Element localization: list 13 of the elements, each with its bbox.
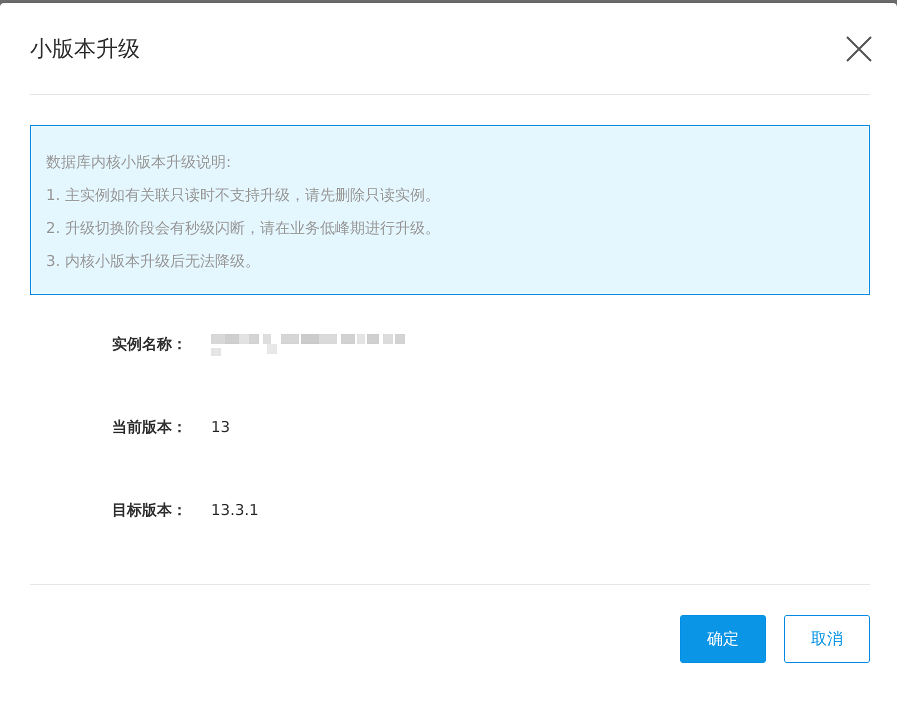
notice-text: 数据库内核小版本升级说明: xyxy=(46,152,232,173)
notice-text: 1. 主实例如有关联只读时不支持升级，请先删除只读实例。 xyxy=(46,185,442,206)
cancel-button[interactable]: 取消 xyxy=(784,615,870,663)
field-label: 当前版本： xyxy=(111,418,187,436)
field-value: 13 xyxy=(211,418,230,436)
field-label: 实例名称： xyxy=(111,334,187,354)
field-value: 13.3.1 xyxy=(211,501,259,519)
field-label: 目标版本： xyxy=(111,500,187,520)
close-icon[interactable] xyxy=(846,36,872,62)
notice-text: 2. 升级切换阶段会有秒级闪断，请在业务低峰期进行升级。 xyxy=(46,218,442,239)
dialog-title: 小版本升级 xyxy=(30,36,140,64)
confirm-button[interactable]: 确定 xyxy=(680,615,766,663)
notice-text: 3. 内核小版本升级后无法降级。 xyxy=(46,251,262,272)
